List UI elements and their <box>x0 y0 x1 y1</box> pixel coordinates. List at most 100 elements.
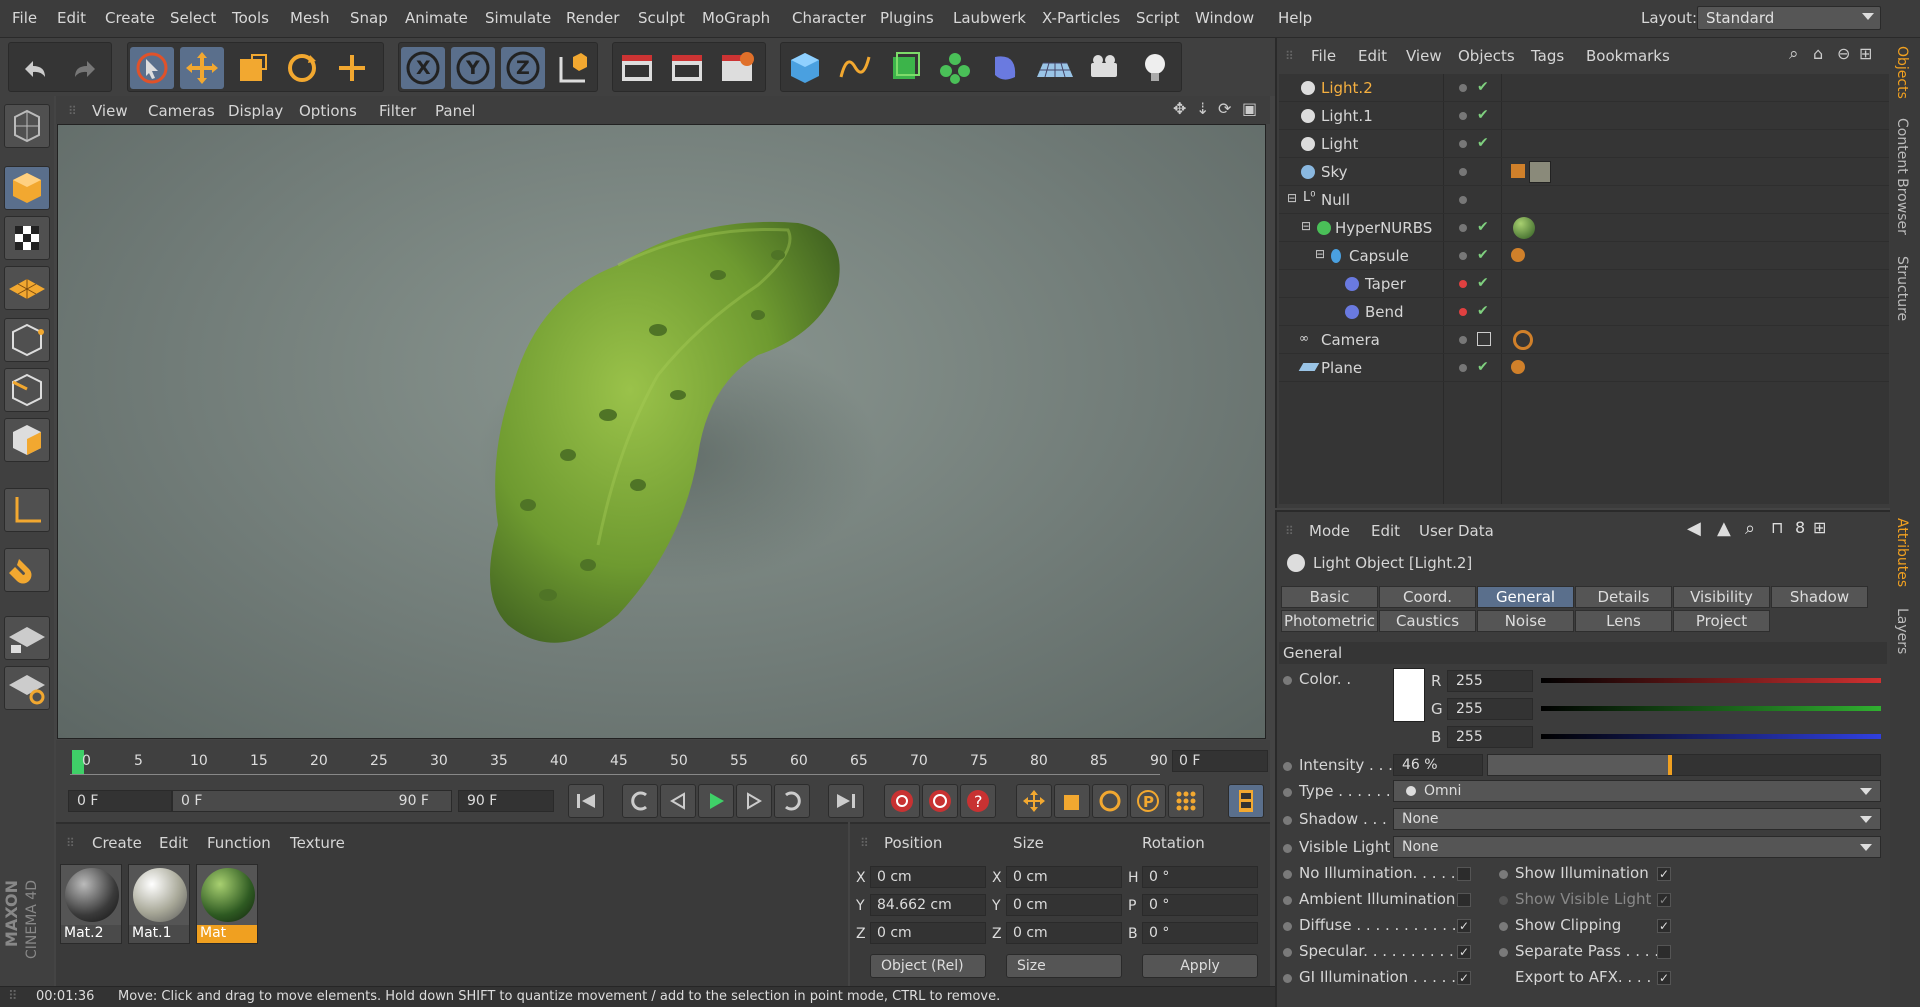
menu-simulate[interactable]: Simulate <box>485 9 551 27</box>
edges-mode-button[interactable] <box>4 368 50 412</box>
deformer-button[interactable] <box>983 47 1027 89</box>
spline-button[interactable] <box>833 47 877 89</box>
intensity-slider[interactable] <box>1487 754 1881 776</box>
tab-shadow[interactable]: Shadow <box>1771 586 1868 608</box>
render-picture-viewer-button[interactable] <box>665 47 709 89</box>
show-illumination-checkbox[interactable]: ✓ <box>1657 867 1671 881</box>
visibility-dot[interactable] <box>1459 224 1467 232</box>
cube-button[interactable] <box>783 47 827 89</box>
visibility-dot[interactable] <box>1459 84 1467 92</box>
apply-button[interactable]: Apply <box>1142 954 1258 978</box>
animation-dot[interactable] <box>1283 816 1292 825</box>
side-tab-content-browser[interactable]: Content Browser <box>1894 118 1910 235</box>
play-button[interactable] <box>698 784 734 818</box>
timeline-ruler[interactable]: 0 5 10 15 20 25 30 35 40 45 50 55 60 65 … <box>70 748 1170 778</box>
tab-general[interactable]: General <box>1477 586 1574 608</box>
phong-tag-icon[interactable] <box>1511 360 1525 374</box>
new-window-icon[interactable]: ⊞ <box>1859 44 1872 63</box>
polygons-mode-button[interactable] <box>4 418 50 462</box>
intensity-thumb[interactable] <box>1668 755 1673 775</box>
viewport-menu-panel[interactable]: Panel <box>435 102 475 120</box>
move-button[interactable] <box>180 47 224 89</box>
axis-mode-button[interactable] <box>4 488 50 532</box>
side-tab-objects[interactable]: Objects <box>1894 46 1910 99</box>
go-to-end-button[interactable] <box>828 784 864 818</box>
visibility-dot[interactable] <box>1459 308 1467 316</box>
visibility-dot[interactable] <box>1459 252 1467 260</box>
material-menu-texture[interactable]: Texture <box>290 834 345 852</box>
animation-dot[interactable] <box>1283 870 1292 879</box>
object-menu-view[interactable]: View <box>1406 47 1442 65</box>
tab-caustics[interactable]: Caustics <box>1379 610 1476 632</box>
texture-mode-button[interactable] <box>4 216 50 260</box>
position-y-field[interactable]: 84.662 cm <box>870 894 986 916</box>
side-tab-structure[interactable]: Structure <box>1894 256 1910 321</box>
viewport-menu-filter[interactable]: Filter <box>379 102 416 120</box>
side-tab-layers[interactable]: Layers <box>1894 608 1910 654</box>
animation-dot[interactable] <box>1499 870 1508 879</box>
x-axis-button[interactable]: X <box>401 47 445 89</box>
enable-check[interactable]: ✔ <box>1477 247 1489 263</box>
animation-dot[interactable] <box>1499 896 1508 905</box>
back-icon[interactable]: ⊖ <box>1837 44 1850 63</box>
animation-dot[interactable] <box>1283 676 1292 685</box>
tree-row-camera[interactable]: ∞ Camera <box>1279 326 1889 354</box>
enable-check[interactable]: ✔ <box>1477 275 1489 291</box>
animation-dot[interactable] <box>1499 948 1508 957</box>
go-to-start-button[interactable] <box>568 784 604 818</box>
tab-basic[interactable]: Basic <box>1281 586 1378 608</box>
shadow-select[interactable]: None <box>1393 808 1881 830</box>
tweak-mode-button[interactable] <box>4 548 50 592</box>
enable-check[interactable]: ✔ <box>1477 135 1489 151</box>
menu-character[interactable]: Character <box>792 9 866 27</box>
rotation-p-field[interactable]: 0 ° <box>1142 894 1258 916</box>
object-menu-bookmarks[interactable]: Bookmarks <box>1586 47 1670 65</box>
lock-icon[interactable]: ⊓ <box>1771 518 1783 537</box>
rotation-b-field[interactable]: 0 ° <box>1142 922 1258 944</box>
preview-range-slider[interactable]: 0 F 90 F <box>172 790 452 812</box>
menu-help[interactable]: Help <box>1278 9 1312 27</box>
live-selection-button[interactable] <box>130 47 174 89</box>
menu-script[interactable]: Script <box>1136 9 1180 27</box>
points-mode-button[interactable] <box>4 318 50 362</box>
ambient-illumination-checkbox[interactable] <box>1457 893 1471 907</box>
position-z-field[interactable]: 0 cm <box>870 922 986 944</box>
light-button[interactable] <box>1133 47 1177 89</box>
floor-button[interactable] <box>1033 47 1077 89</box>
record-button[interactable] <box>884 784 920 818</box>
tab-coord[interactable]: Coord. <box>1379 586 1476 608</box>
menu-snap[interactable]: Snap <box>350 9 388 27</box>
tab-photometric[interactable]: Photometric <box>1281 610 1378 632</box>
material-swatch[interactable]: Mat.1 <box>128 864 190 944</box>
tree-row-null[interactable]: ⊟ L⁰ Null <box>1279 186 1889 214</box>
last-tool-button[interactable] <box>330 47 374 89</box>
redo-button[interactable] <box>63 47 107 89</box>
animation-dot[interactable] <box>1499 922 1508 931</box>
snap-grid-button[interactable] <box>4 666 50 710</box>
object-menu-tags[interactable]: Tags <box>1531 47 1564 65</box>
tab-visibility[interactable]: Visibility <box>1673 586 1770 608</box>
diffuse-checkbox[interactable]: ✓ <box>1457 919 1471 933</box>
workplane-button[interactable] <box>4 266 50 310</box>
visibility-dot[interactable] <box>1459 364 1467 372</box>
attribute-menu-edit[interactable]: Edit <box>1371 522 1400 540</box>
color-swatch[interactable] <box>1393 668 1425 722</box>
collapse-icon[interactable]: ⊟ <box>1315 247 1325 261</box>
collapse-icon[interactable]: ⊟ <box>1301 219 1311 233</box>
tab-lens[interactable]: Lens <box>1575 610 1672 632</box>
viewport-menu-options[interactable]: Options <box>299 102 357 120</box>
export-to-afx-checkbox[interactable]: ✓ <box>1657 971 1671 985</box>
menu-create[interactable]: Create <box>105 9 155 27</box>
material-tag-icon[interactable] <box>1513 217 1535 239</box>
menu-plugins[interactable]: Plugins <box>880 9 934 27</box>
side-tab-attributes[interactable]: Attributes <box>1894 518 1910 587</box>
menu-animate[interactable]: Animate <box>405 9 468 27</box>
animation-dot[interactable] <box>1283 896 1292 905</box>
no-illumination-checkbox[interactable] <box>1457 867 1471 881</box>
menu-edit[interactable]: Edit <box>57 9 86 27</box>
menu-sculpt[interactable]: Sculpt <box>638 9 685 27</box>
3d-viewport[interactable] <box>57 124 1266 739</box>
enable-check[interactable]: ✔ <box>1477 359 1489 375</box>
visibility-dot[interactable] <box>1459 112 1467 120</box>
enable-check[interactable]: ✔ <box>1477 303 1489 319</box>
